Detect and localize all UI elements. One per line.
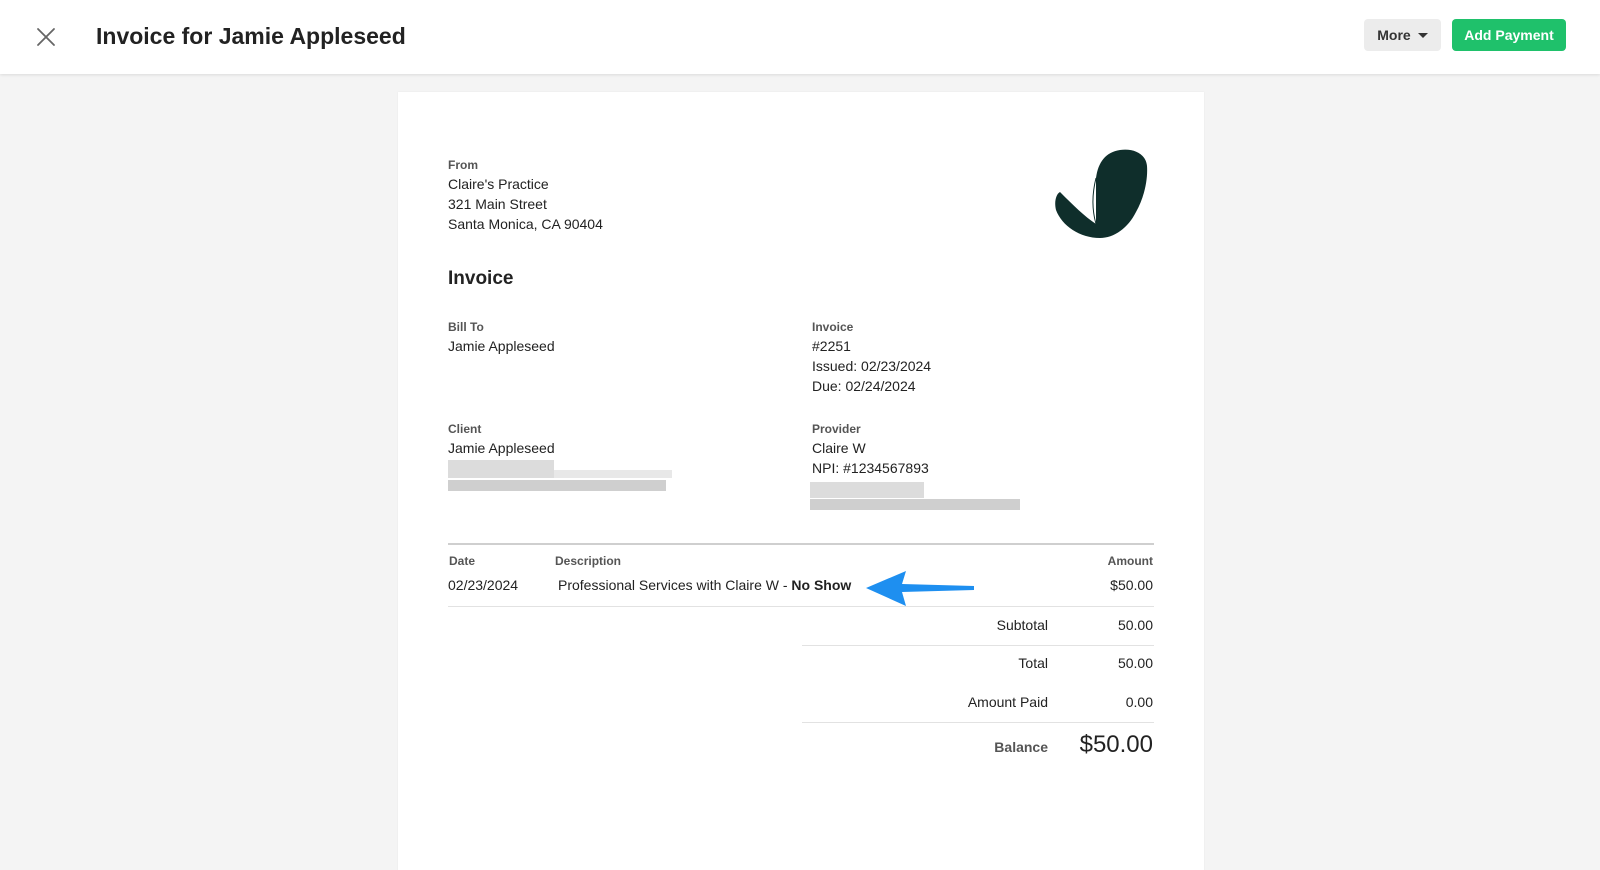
invoice-issued-date: Issued: 02/23/2024 — [812, 358, 932, 374]
close-button[interactable] — [30, 21, 62, 53]
table-row: 02/23/2024 Professional Services with Cl… — [448, 572, 1154, 598]
invoice-number: #2251 — [812, 338, 851, 354]
from-label: From — [448, 158, 478, 172]
subtotal-value: 50.00 — [1117, 617, 1153, 633]
client-name: Jamie Appleseed — [448, 440, 555, 456]
amount-paid-label: Amount Paid — [967, 694, 1048, 710]
table-header-description: Description — [555, 554, 622, 568]
from-name: Claire's Practice — [448, 176, 549, 192]
row-description-no-show: No Show — [791, 577, 852, 593]
row-description-text: Professional Services with Claire W - — [558, 577, 792, 593]
provider-name: Claire W — [812, 440, 866, 456]
provider-redacted-details — [810, 482, 1030, 514]
table-header-date: Date — [449, 554, 476, 568]
invoice-document: From Claire's Practice 321 Main Street S… — [398, 92, 1204, 870]
caret-down-icon — [1417, 32, 1428, 38]
table-row-rule — [448, 606, 1154, 607]
client-redacted-details — [448, 460, 678, 500]
total-value: 50.00 — [1117, 655, 1153, 671]
top-bar: Invoice for Jamie Appleseed More Add Pay… — [0, 0, 1600, 74]
invoice-heading: Invoice — [448, 268, 514, 289]
more-button[interactable]: More — [1364, 19, 1441, 51]
add-payment-button[interactable]: Add Payment — [1452, 19, 1566, 51]
invoice-due-date: Due: 02/24/2024 — [812, 378, 916, 394]
from-city: Santa Monica, CA 90404 — [448, 216, 603, 232]
row-description: Professional Services with Claire W - No… — [558, 575, 851, 595]
more-button-label: More — [1377, 27, 1411, 43]
amount-paid-rule — [802, 722, 1154, 723]
bill-to-label: Bill To — [448, 320, 484, 334]
subtotal-label: Subtotal — [996, 617, 1048, 633]
page-title: Invoice for Jamie Appleseed — [96, 23, 406, 49]
provider-label: Provider — [812, 422, 861, 436]
table-header-amount: Amount — [1107, 554, 1153, 568]
invoice-info-label: Invoice — [812, 320, 854, 334]
row-date: 02/23/2024 — [448, 577, 519, 593]
close-icon — [37, 28, 55, 46]
client-label: Client — [448, 422, 482, 436]
subtotal-rule — [802, 645, 1154, 646]
total-label: Total — [1018, 655, 1048, 671]
from-street: 321 Main Street — [448, 196, 547, 212]
amount-paid-value: 0.00 — [1125, 694, 1153, 710]
provider-npi: NPI: #1234567893 — [812, 460, 929, 476]
leaf-logo — [1055, 149, 1148, 238]
row-amount: $50.00 — [1110, 577, 1153, 593]
balance-value: $50.00 — [1079, 731, 1153, 758]
bill-to-name: Jamie Appleseed — [448, 338, 555, 354]
table-top-rule — [448, 543, 1154, 545]
arrow-left-icon — [866, 571, 974, 606]
